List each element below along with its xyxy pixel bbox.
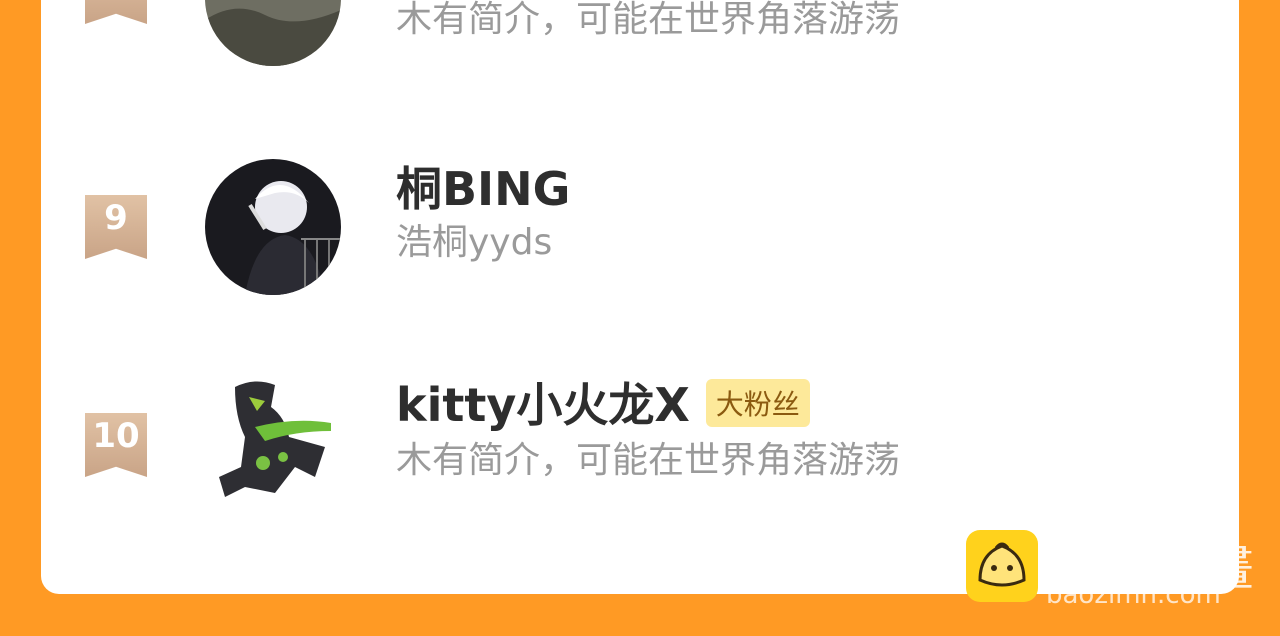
watermark-url: baozimh.com — [1046, 580, 1221, 610]
pokemon-zygarde-avatar-icon — [205, 377, 341, 513]
rank-number: 9 — [104, 198, 128, 238]
landscape-avatar-icon — [205, 0, 341, 66]
avatar[interactable] — [205, 159, 341, 295]
list-item[interactable]: 10 kitty小火龙X 大粉丝 木有简介，可能在世界角落游荡 — [41, 373, 1239, 513]
user-bio: 木有简介，可能在世界角落游荡 — [396, 0, 901, 40]
user-bio: 浩桐yyds — [396, 222, 553, 263]
fan-level-badge: 大粉丝 — [705, 378, 810, 427]
user-name-row: kitty小火龙X 大粉丝 — [396, 369, 810, 435]
avatar[interactable] — [205, 377, 341, 513]
list-item[interactable]: 9 桐BING 浩桐yyds — [41, 155, 1239, 295]
fan-ranking-card: 8 木有简介，可能在世界角落游荡 9 — [41, 0, 1239, 594]
rank-badge: 9 — [85, 195, 147, 259]
user-name[interactable]: 桐BING — [396, 153, 570, 219]
list-item[interactable]: 8 木有简介，可能在世界角落游荡 — [41, 0, 1239, 70]
rank-badge: 10 — [85, 413, 147, 477]
avatar[interactable] — [205, 0, 341, 66]
rank-number: 8 — [104, 0, 128, 3]
rank-number: 10 — [92, 416, 140, 456]
baozi-bun-icon — [966, 530, 1038, 602]
user-bio: 木有简介，可能在世界角落游荡 — [396, 440, 901, 481]
user-name[interactable]: kitty小火龙X — [396, 378, 690, 432]
rank-badge: 8 — [85, 0, 147, 24]
anime-boy-avatar-icon — [205, 159, 341, 295]
